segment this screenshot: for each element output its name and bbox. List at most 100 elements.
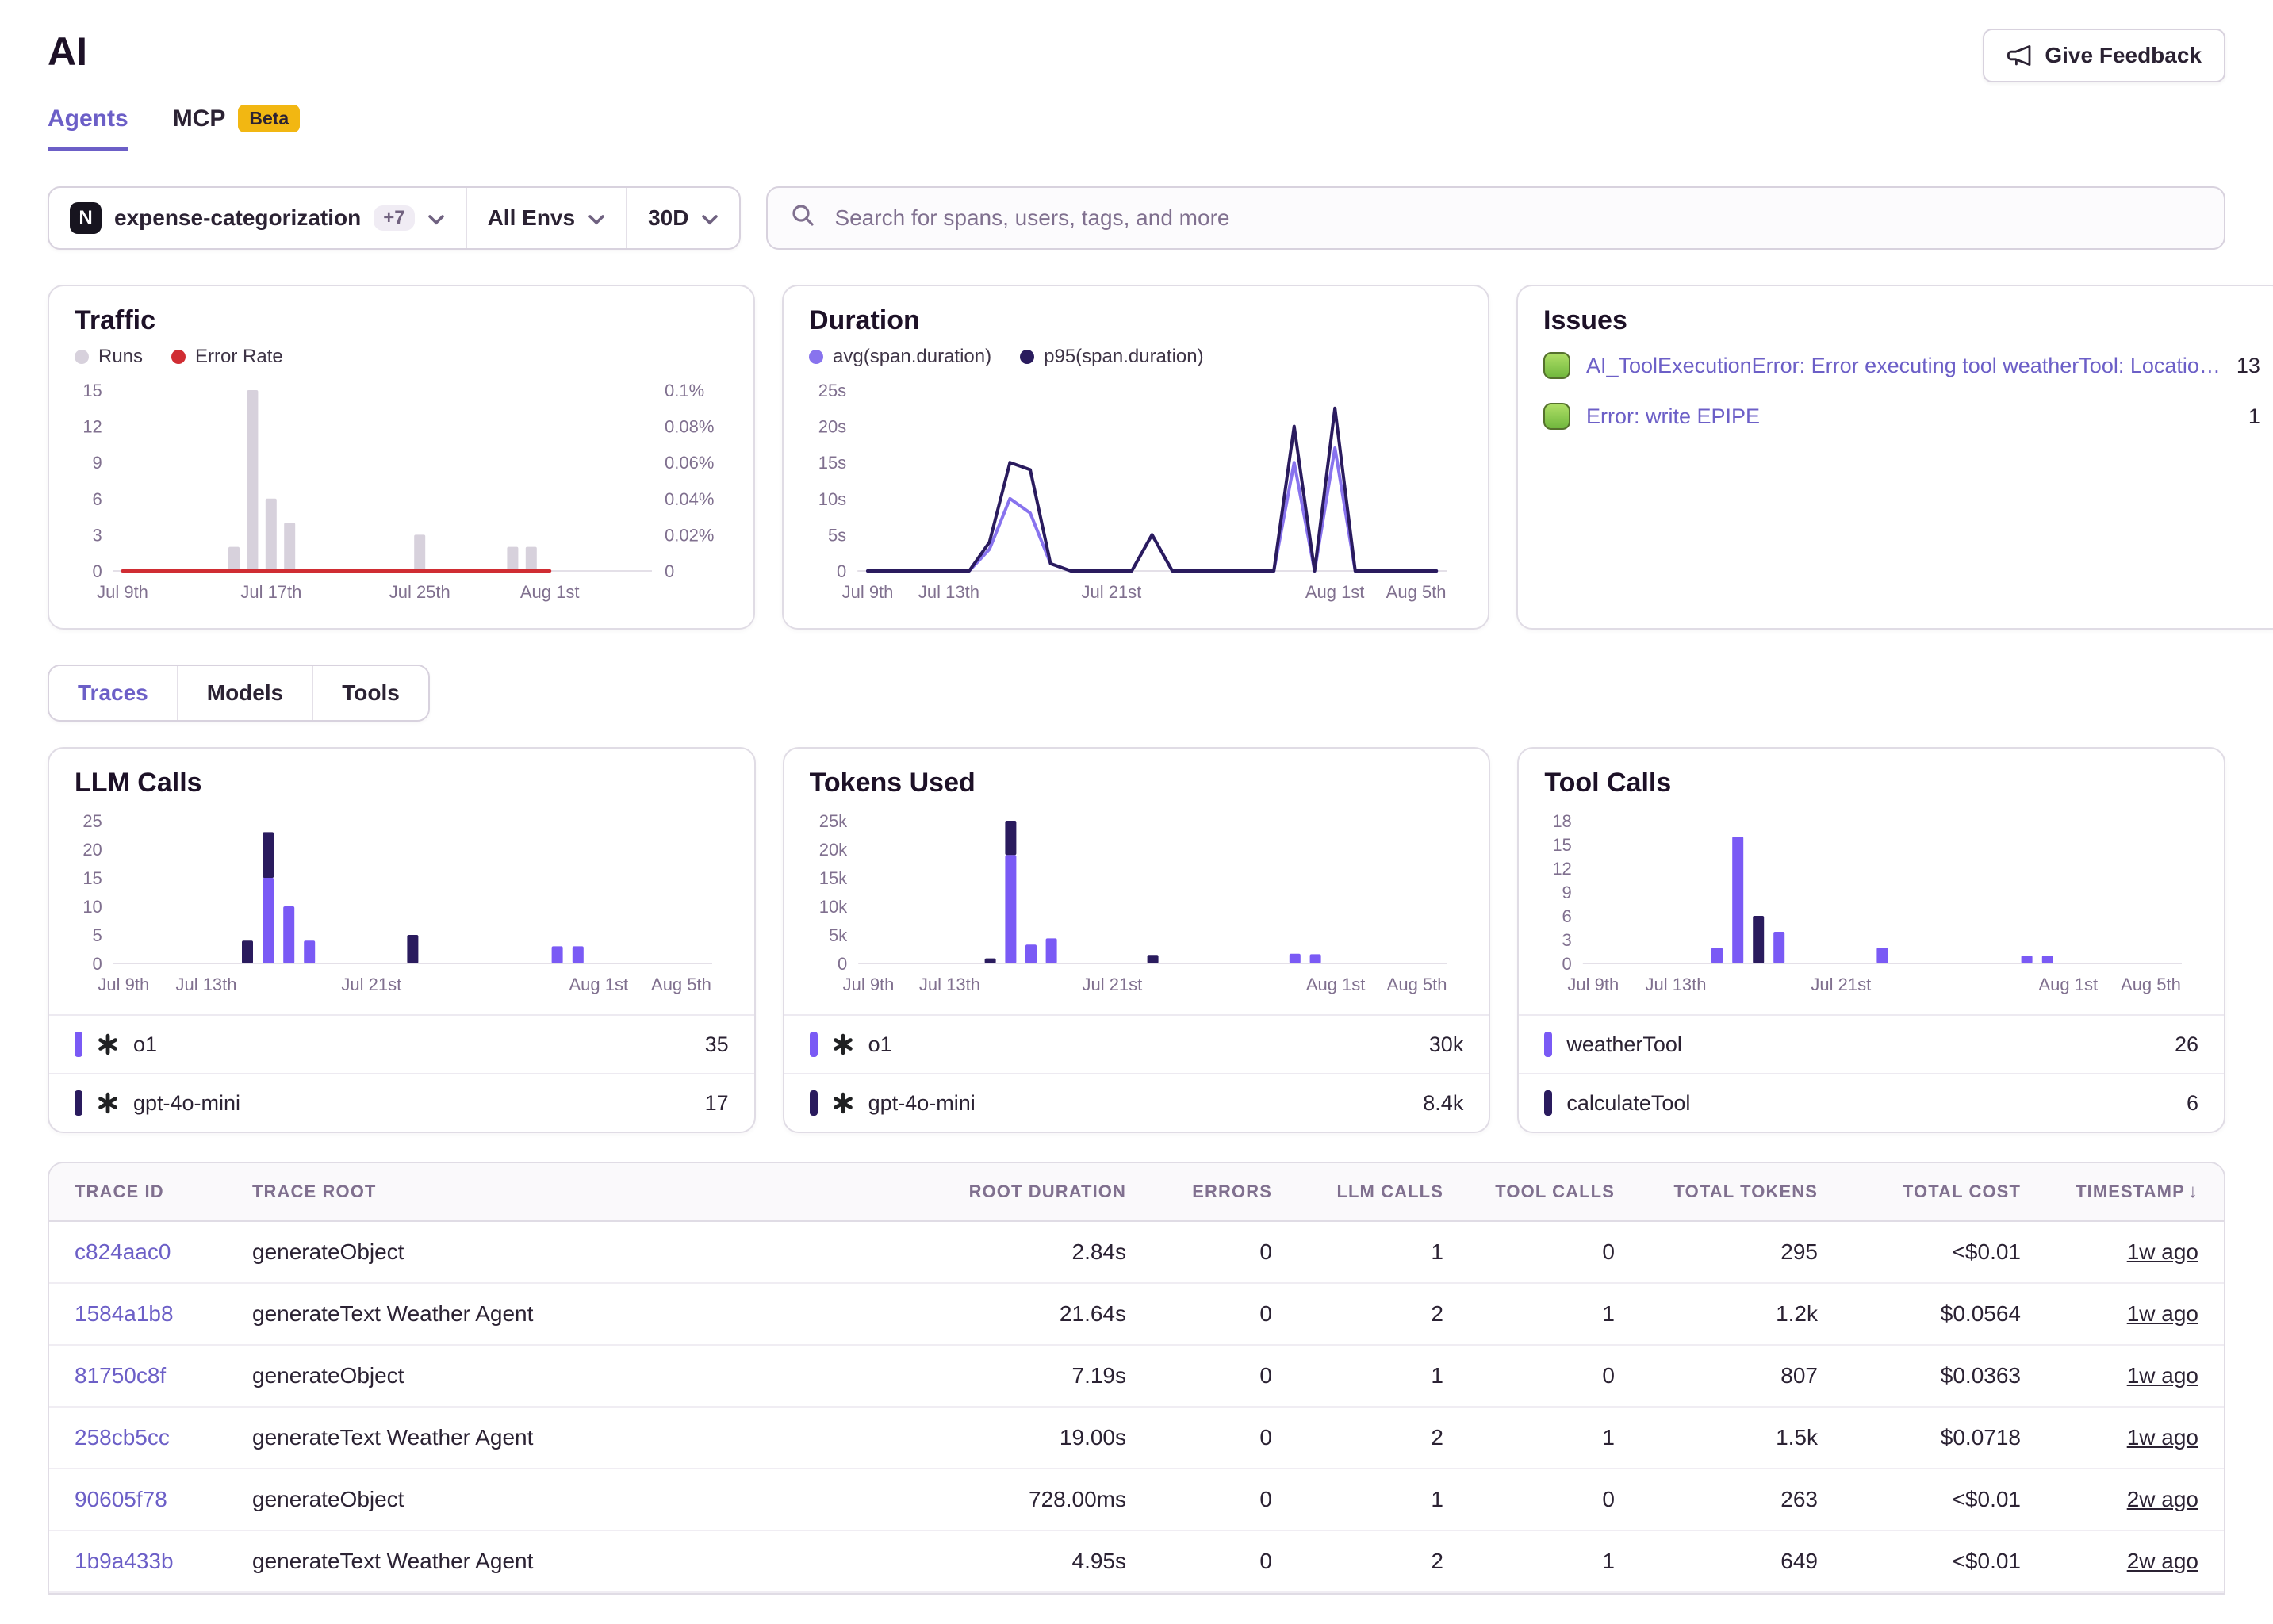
search-input[interactable] bbox=[831, 204, 2202, 232]
timestamp[interactable]: 1w ago bbox=[2127, 1239, 2198, 1264]
tool-calls-chart[interactable]: 0369121518Jul 9thJul 13thJul 21stAug 1st… bbox=[1544, 808, 2198, 1002]
svg-text:0.02%: 0.02% bbox=[665, 525, 714, 545]
give-feedback-button[interactable]: Give Feedback bbox=[1983, 29, 2225, 82]
legend-dot bbox=[171, 350, 186, 364]
duration-chart[interactable]: 05s10s15s20s25sJul 9thJul 13thJul 21stAu… bbox=[809, 377, 1462, 609]
root-duration: 2.84s bbox=[914, 1221, 1152, 1283]
model-name: o1 bbox=[133, 1032, 157, 1057]
table-row[interactable]: c824aac0 generateObject 2.84s 0 1 0 295 … bbox=[49, 1221, 2224, 1283]
llm-calls: 1 bbox=[1297, 1345, 1469, 1407]
llm-calls-chart[interactable]: 0510152025Jul 9thJul 13thJul 21stAug 1st… bbox=[75, 808, 728, 1002]
svg-text:0.1%: 0.1% bbox=[665, 381, 704, 400]
traces-table-container: TRACE ID TRACE ROOT ROOT DURATION ERRORS… bbox=[48, 1162, 2225, 1595]
timestamp[interactable]: 2w ago bbox=[2127, 1487, 2198, 1511]
col-trace-id[interactable]: TRACE ID bbox=[49, 1163, 227, 1221]
root-duration: 4.95s bbox=[914, 1530, 1152, 1592]
date-range-selector[interactable]: 30D bbox=[626, 188, 739, 248]
subtab-tools[interactable]: Tools bbox=[312, 666, 428, 720]
topbar: AI Give Feedback bbox=[48, 0, 2225, 82]
svg-text:Aug 5th: Aug 5th bbox=[1386, 975, 1447, 994]
svg-text:0: 0 bbox=[1562, 954, 1572, 974]
col-total-cost[interactable]: TOTAL COST bbox=[1843, 1163, 2046, 1221]
legend-item-runs[interactable]: Runs bbox=[75, 346, 143, 368]
col-llm-calls[interactable]: LLM CALLS bbox=[1297, 1163, 1469, 1221]
tokens-used-chart[interactable]: 05k10k15k20k25kJul 9thJul 13thJul 21stAu… bbox=[810, 808, 1463, 1002]
list-item[interactable]: calculateTool 6 bbox=[1519, 1073, 2224, 1132]
subtab-models[interactable]: Models bbox=[177, 666, 312, 720]
issue-link[interactable]: Error: write EPIPE bbox=[1586, 404, 2233, 429]
table-row[interactable]: 1584a1b8 generateText Weather Agent 21.6… bbox=[49, 1283, 2224, 1345]
legend-swatch bbox=[1544, 1032, 1552, 1057]
list-item[interactable]: weatherTool 26 bbox=[1519, 1014, 2224, 1073]
errors: 0 bbox=[1152, 1530, 1297, 1592]
svg-text:Jul 21st: Jul 21st bbox=[341, 975, 401, 994]
subtab-traces[interactable]: Traces bbox=[49, 666, 177, 720]
svg-text:25k: 25k bbox=[818, 811, 847, 831]
timestamp[interactable]: 1w ago bbox=[2127, 1363, 2198, 1388]
svg-text:Jul 13th: Jul 13th bbox=[1646, 975, 1707, 994]
legend-item-avg[interactable]: avg(span.duration) bbox=[809, 346, 991, 368]
trace-id-link[interactable]: 1584a1b8 bbox=[75, 1301, 174, 1326]
total-cost: $0.0718 bbox=[1843, 1407, 2046, 1469]
list-item[interactable]: gpt-4o-mini 17 bbox=[49, 1073, 754, 1132]
table-body: c824aac0 generateObject 2.84s 0 1 0 295 … bbox=[49, 1221, 2224, 1592]
model-legend-list: o1 35 gpt-4o-mini 17 bbox=[49, 1014, 754, 1132]
issue-row[interactable]: Error: write EPIPE 1 bbox=[1543, 403, 2260, 430]
list-item[interactable]: gpt-4o-mini 8.4k bbox=[784, 1073, 1489, 1132]
trace-id-link[interactable]: 258cb5cc bbox=[75, 1425, 170, 1450]
table-row[interactable]: 1b9a433b generateText Weather Agent 4.95… bbox=[49, 1530, 2224, 1592]
tab-mcp[interactable]: MCP Beta bbox=[173, 105, 301, 151]
project-selector[interactable]: N expense-categorization +7 bbox=[49, 188, 466, 248]
trace-id-link[interactable]: 1b9a433b bbox=[75, 1549, 174, 1573]
legend-item-error-rate[interactable]: Error Rate bbox=[171, 346, 283, 368]
col-total-tokens[interactable]: TOTAL TOKENS bbox=[1640, 1163, 1843, 1221]
col-errors[interactable]: ERRORS bbox=[1152, 1163, 1297, 1221]
timestamp[interactable]: 1w ago bbox=[2127, 1301, 2198, 1326]
tab-agents[interactable]: Agents bbox=[48, 105, 128, 151]
traffic-legend: Runs Error Rate bbox=[75, 346, 728, 368]
col-trace-root[interactable]: TRACE ROOT bbox=[227, 1163, 914, 1221]
svg-text:Jul 9th: Jul 9th bbox=[97, 582, 148, 602]
table-row[interactable]: 90605f78 generateObject 728.00ms 0 1 0 2… bbox=[49, 1469, 2224, 1530]
list-item[interactable]: o1 35 bbox=[49, 1014, 754, 1073]
llm-calls: 1 bbox=[1297, 1469, 1469, 1530]
total-tokens: 1.5k bbox=[1640, 1407, 1843, 1469]
timestamp[interactable]: 1w ago bbox=[2127, 1425, 2198, 1450]
svg-text:Jul 9th: Jul 9th bbox=[98, 975, 149, 994]
trace-id-link[interactable]: 90605f78 bbox=[75, 1487, 167, 1511]
svg-text:Aug 5th: Aug 5th bbox=[651, 975, 711, 994]
svg-text:25: 25 bbox=[82, 811, 102, 831]
issues-list: AI_ToolExecutionError: Error executing t… bbox=[1543, 352, 2260, 430]
card-title: Tokens Used bbox=[784, 768, 1489, 799]
usage-cards: LLM Calls 0510152025Jul 9thJul 13thJul 2… bbox=[48, 747, 2225, 1133]
svg-text:10s: 10s bbox=[818, 489, 846, 509]
legend-item-p95[interactable]: p95(span.duration) bbox=[1020, 346, 1203, 368]
svg-text:20: 20 bbox=[82, 840, 102, 860]
issue-row[interactable]: AI_ToolExecutionError: Error executing t… bbox=[1543, 352, 2260, 379]
col-tool-calls[interactable]: TOOL CALLS bbox=[1469, 1163, 1640, 1221]
svg-text:Jul 9th: Jul 9th bbox=[1568, 975, 1619, 994]
svg-text:0: 0 bbox=[837, 561, 846, 581]
tool-name: calculateTool bbox=[1566, 1091, 1690, 1116]
trace-id-link[interactable]: 81750c8f bbox=[75, 1363, 166, 1388]
list-item[interactable]: o1 30k bbox=[784, 1014, 1489, 1073]
primary-tabs: Agents MCP Beta bbox=[48, 105, 2225, 151]
col-root-duration[interactable]: ROOT DURATION bbox=[914, 1163, 1152, 1221]
svg-text:15: 15 bbox=[82, 381, 102, 400]
environment-selector[interactable]: All Envs bbox=[466, 188, 626, 248]
filter-group: N expense-categorization +7 All Envs 30D bbox=[48, 186, 741, 250]
total-tokens: 263 bbox=[1640, 1469, 1843, 1530]
issue-link[interactable]: AI_ToolExecutionError: Error executing t… bbox=[1586, 354, 2221, 378]
ai-agents-dashboard: AI Give Feedback Agents MCP Beta N expen… bbox=[0, 0, 2273, 1624]
filter-row: N expense-categorization +7 All Envs 30D bbox=[48, 186, 2225, 250]
col-timestamp[interactable]: TIMESTAMP↓ bbox=[2046, 1163, 2224, 1221]
total-cost: $0.0564 bbox=[1843, 1283, 2046, 1345]
traffic-chart[interactable]: 0369121500.02%0.04%0.06%0.08%0.1%Jul 9th… bbox=[75, 377, 728, 609]
svg-text:Jul 21st: Jul 21st bbox=[1811, 975, 1872, 994]
table-row[interactable]: 258cb5cc generateText Weather Agent 19.0… bbox=[49, 1407, 2224, 1469]
timestamp[interactable]: 2w ago bbox=[2127, 1549, 2198, 1573]
table-row[interactable]: 81750c8f generateObject 7.19s 0 1 0 807 … bbox=[49, 1345, 2224, 1407]
trace-id-link[interactable]: c824aac0 bbox=[75, 1239, 171, 1264]
svg-text:12: 12 bbox=[1553, 859, 1572, 879]
issue-level-icon bbox=[1543, 403, 1570, 430]
